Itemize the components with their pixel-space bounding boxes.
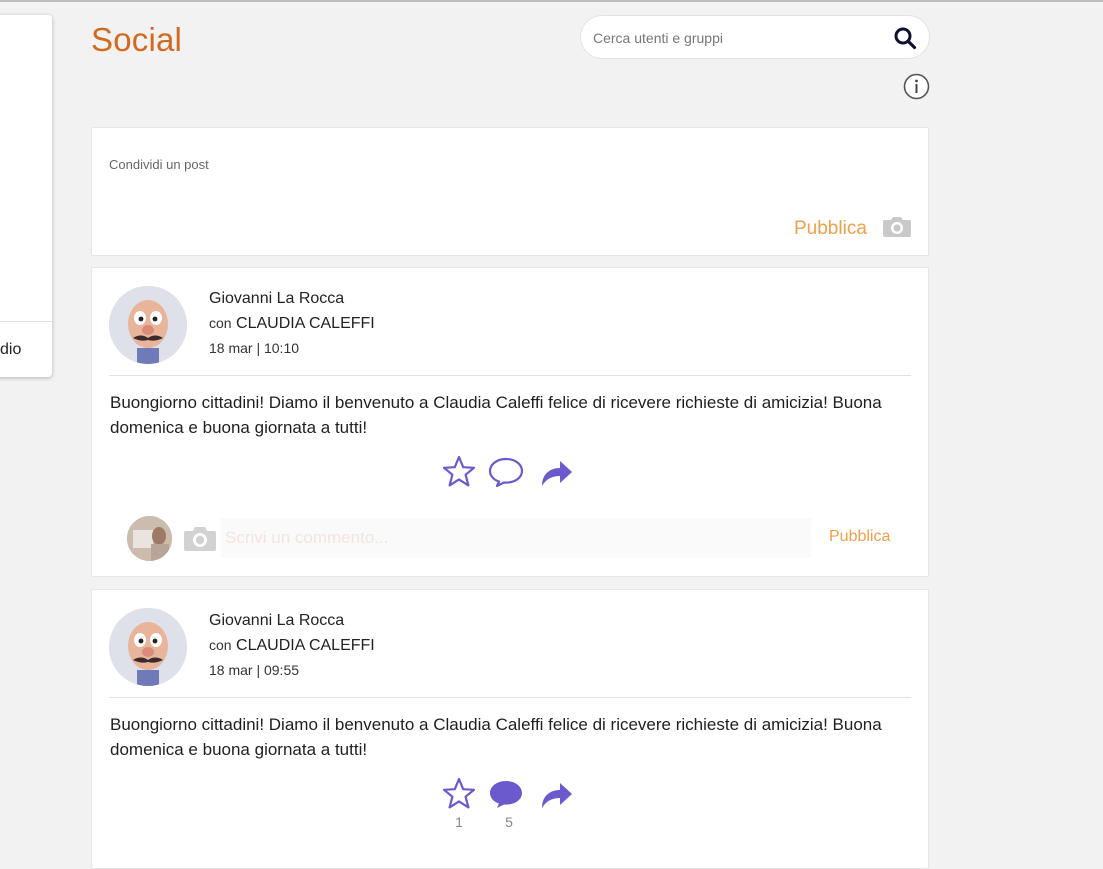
post-divider — [109, 697, 911, 698]
tagged-user-name[interactable]: CLAUDIA CALEFFI — [236, 315, 375, 332]
post-author[interactable]: Giovanni La Rocca — [209, 290, 344, 308]
search-box — [580, 15, 930, 59]
publish-post-button[interactable]: Pubblica — [794, 218, 867, 240]
comment-icon[interactable] — [488, 454, 524, 490]
post-author[interactable]: Giovanni La Rocca — [209, 612, 344, 630]
side-menu-item-partial[interactable]: dio — [0, 341, 21, 359]
publish-comment-button[interactable]: Pubblica — [829, 528, 890, 546]
user-photo-icon — [127, 516, 172, 561]
post-datetime: 18 mar | 10:10 — [209, 340, 300, 356]
author-avatar[interactable] — [109, 608, 187, 686]
likes-count: 1 — [455, 814, 463, 830]
tagged-prefix: con — [209, 637, 232, 653]
comments-count: 5 — [505, 814, 513, 830]
share-icon[interactable] — [538, 454, 574, 490]
window-top-border — [0, 0, 1103, 2]
post-tagged-user: con CLAUDIA CALEFFI — [209, 315, 375, 333]
star-icon[interactable] — [441, 776, 477, 812]
comment-input[interactable] — [221, 518, 811, 558]
tagged-user-name[interactable]: CLAUDIA CALEFFI — [236, 637, 375, 654]
share-post-input[interactable] — [109, 152, 759, 176]
info-icon[interactable] — [903, 73, 930, 100]
post-tagged-user: con CLAUDIA CALEFFI — [209, 637, 375, 655]
tagged-prefix: con — [209, 315, 232, 331]
side-menu-panel: dio — [0, 15, 52, 377]
post-text: Buongiorno cittadini! Diamo il benvenuto… — [110, 393, 882, 437]
current-user-avatar[interactable] — [127, 516, 172, 561]
post-text: Buongiorno cittadini! Diamo il benvenuto… — [110, 715, 882, 759]
search-icon[interactable] — [893, 26, 917, 50]
comment-filled-icon[interactable] — [488, 776, 524, 812]
post-card: Giovanni La Rocca con CLAUDIA CALEFFI 18… — [91, 267, 929, 577]
comment-camera-icon[interactable] — [183, 524, 217, 552]
post-composer: Pubblica — [91, 127, 929, 256]
post-card: Giovanni La Rocca con CLAUDIA CALEFFI 18… — [91, 589, 929, 869]
author-avatar[interactable] — [109, 286, 187, 364]
share-icon[interactable] — [538, 776, 574, 812]
cartoon-face-icon — [109, 286, 187, 364]
side-menu-divider — [0, 321, 52, 322]
cartoon-face-icon — [109, 608, 187, 686]
search-input[interactable] — [593, 27, 883, 49]
post-divider — [109, 375, 911, 376]
star-icon[interactable] — [441, 454, 477, 490]
post-datetime: 18 mar | 09:55 — [209, 662, 300, 678]
page-title: Social — [91, 21, 183, 58]
camera-icon[interactable] — [882, 214, 912, 238]
